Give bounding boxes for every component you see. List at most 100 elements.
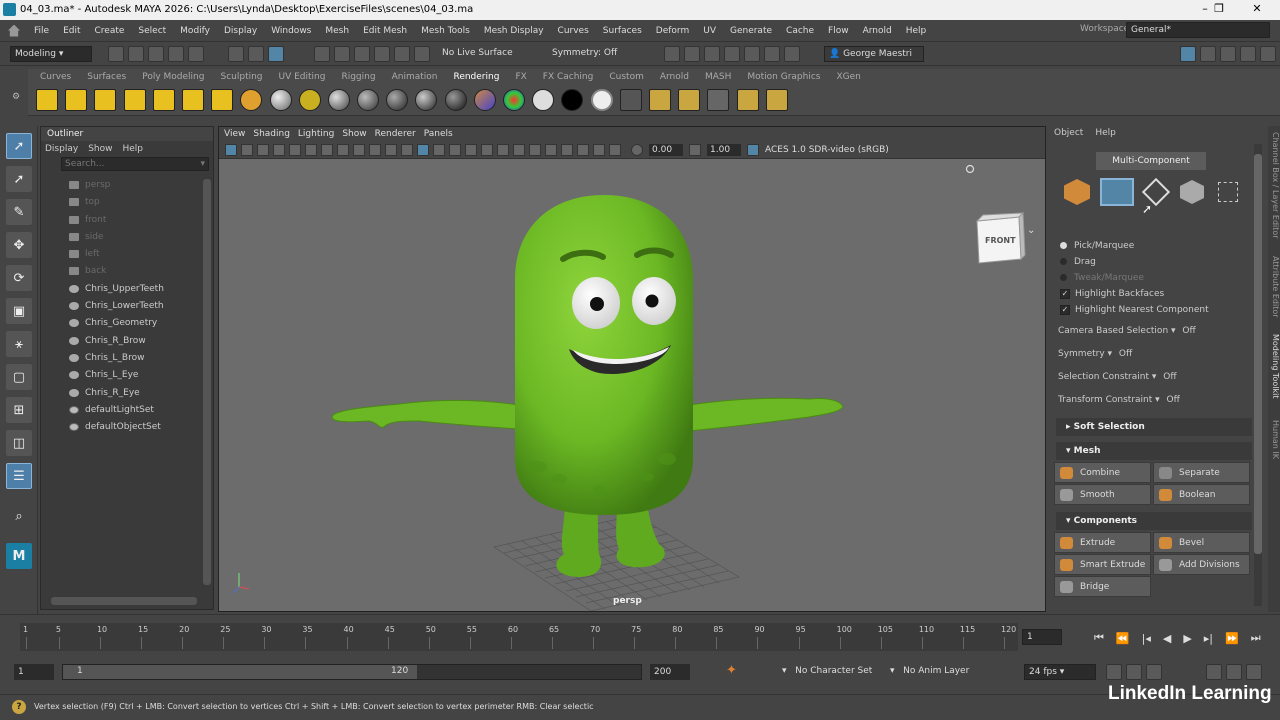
maximize-button[interactable]: ❐	[1204, 2, 1234, 15]
shelf-tab-curves[interactable]: Curves	[40, 72, 71, 82]
volume-light-icon[interactable]	[181, 88, 204, 111]
render-view-icon[interactable]	[664, 45, 680, 62]
multisample-aa-icon[interactable]	[529, 143, 541, 156]
blinn-shader-icon[interactable]	[269, 88, 292, 111]
range-handle[interactable]: 1 120	[63, 665, 417, 679]
viewport-panel[interactable]: View Shading Lighting Show Renderer Pane…	[218, 126, 1046, 612]
fps-dropdown[interactable]: 24 fps ▾	[1024, 664, 1096, 680]
animation-prefs-icon[interactable]	[1146, 664, 1162, 680]
select-tool-icon[interactable]: ➚	[6, 133, 32, 159]
selection-constraint-row[interactable]: Selection Constraint ▾ Off	[1058, 372, 1238, 395]
loop-icon[interactable]	[1106, 664, 1122, 680]
exposure-field[interactable]: 0.00	[649, 143, 683, 156]
layered-shader-icon[interactable]	[444, 88, 467, 111]
isolate-select-icon[interactable]	[561, 143, 573, 156]
close-button[interactable]: ✕	[1242, 2, 1272, 15]
menu-arnold[interactable]: Arnold	[863, 26, 892, 36]
render-frame-icon[interactable]	[684, 45, 700, 62]
shelf-tab-motion-graphics[interactable]: Motion Graphics	[747, 72, 820, 82]
bookmarks-icon[interactable]	[257, 143, 269, 156]
step-back-frame-icon[interactable]: |◂	[1142, 632, 1151, 645]
menu-surfaces[interactable]: Surfaces	[603, 26, 642, 36]
move-tool-icon[interactable]: ✥	[6, 232, 32, 258]
shelf-tab-animation[interactable]: Animation	[392, 72, 438, 82]
outliner-menu-display[interactable]: Display	[45, 144, 78, 154]
viewport-menu-panels[interactable]: Panels	[424, 127, 453, 141]
sound-icon[interactable]	[1206, 664, 1222, 680]
tab-modeling-toolkit[interactable]: Modeling Toolkit	[1268, 334, 1280, 398]
camera-icon[interactable]	[211, 88, 234, 111]
menu-cache[interactable]: Cache	[786, 26, 814, 36]
menu-curves[interactable]: Curves	[558, 26, 589, 36]
list-item[interactable]: Chris_R_Brow	[41, 333, 213, 350]
surface-shader-icon[interactable]	[503, 88, 525, 111]
extrude-button[interactable]: Extrude	[1054, 532, 1151, 553]
smooth-button[interactable]: Smooth	[1054, 484, 1151, 505]
menu-help[interactable]: Help	[906, 26, 927, 36]
menu-windows[interactable]: Windows	[271, 26, 311, 36]
toolkit-menu-help[interactable]: Help	[1095, 128, 1116, 138]
white-shader-icon[interactable]	[590, 88, 613, 111]
drag-option[interactable]: Drag	[1060, 254, 1144, 270]
camera-attributes-icon[interactable]	[241, 143, 253, 156]
bridge-button[interactable]: Bridge	[1054, 576, 1151, 597]
wireframe-on-shaded-icon[interactable]	[433, 143, 445, 156]
shelf-tab-rendering[interactable]: Rendering	[453, 72, 499, 82]
go-to-start-icon[interactable]: ⏮	[1094, 631, 1104, 645]
shelf-tab-custom[interactable]: Custom	[609, 72, 643, 82]
menu-edit-mesh[interactable]: Edit Mesh	[363, 26, 407, 36]
camera-based-selection-row[interactable]: Camera Based Selection ▾ Off	[1058, 326, 1238, 349]
xray-icon[interactable]	[577, 143, 589, 156]
lambert-shader-icon[interactable]	[327, 88, 350, 111]
gamma-field[interactable]: 1.00	[707, 143, 741, 156]
list-item[interactable]: Chris_UpperTeeth	[41, 281, 213, 298]
viewport-menu-renderer[interactable]: Renderer	[375, 127, 416, 141]
menu-generate[interactable]: Generate	[730, 26, 772, 36]
rotate-tool-icon[interactable]: ⟳	[6, 265, 32, 291]
shelf-tab-mash[interactable]: MASH	[705, 72, 731, 82]
ipr-render-icon[interactable]	[704, 45, 720, 62]
shelf-tab-arnold[interactable]: Arnold	[660, 72, 689, 82]
snap-live-icon[interactable]	[394, 45, 410, 62]
highlight-backfaces-checkbox[interactable]: ✓ Highlight Backfaces	[1060, 286, 1209, 302]
time-ruler[interactable]: 1 5 10 15 20 25 30 35 40 45 50 55 60 65 70 75 80 85 90 95 10…	[20, 623, 1018, 651]
hypershade-shelf-icon[interactable]	[240, 88, 263, 111]
menuset-dropdown[interactable]: Modeling ▾	[10, 45, 92, 62]
viewcube-menu-icon[interactable]: ⌄	[1027, 225, 1035, 236]
ambient-light-icon[interactable]	[36, 88, 58, 111]
select-object-icon[interactable]	[248, 45, 264, 62]
scrollbar-thumb[interactable]	[1254, 154, 1262, 554]
range-start-field[interactable]: 1	[14, 664, 54, 680]
redo-icon[interactable]	[188, 45, 204, 62]
tab-channel-box[interactable]: Channel Box / Layer Editor	[1268, 132, 1280, 239]
render-sequence-icon[interactable]	[707, 88, 730, 111]
workspace-dropdown[interactable]: General*	[1126, 22, 1270, 38]
color-management-icon[interactable]	[747, 143, 759, 156]
toolkit-menu-object[interactable]: Object	[1054, 128, 1083, 138]
select-component-icon[interactable]	[268, 45, 284, 62]
tool-settings-toggle-icon[interactable]	[1220, 46, 1236, 62]
maya-home-icon[interactable]: M	[6, 543, 32, 569]
transform-constraint-row[interactable]: Transform Constraint ▾ Off	[1058, 395, 1238, 418]
step-forward-frame-icon[interactable]: ▸|	[1204, 632, 1213, 645]
safe-action-icon[interactable]	[369, 143, 381, 156]
area-light-icon[interactable]	[152, 88, 175, 111]
viewport-menu-shading[interactable]: Shading	[253, 127, 290, 141]
cache-playback-icon[interactable]	[1126, 664, 1142, 680]
highlight-nearest-checkbox[interactable]: ✓ Highlight Nearest Component	[1060, 302, 1209, 318]
list-item[interactable]: Chris_L_Brow	[41, 350, 213, 367]
menu-deform[interactable]: Deform	[656, 26, 689, 36]
backface-culling-icon[interactable]	[609, 143, 621, 156]
phong-shader-icon[interactable]	[357, 88, 380, 111]
snap-view-plane-icon[interactable]	[374, 45, 390, 62]
view-cube[interactable]: FRONT	[965, 164, 1026, 264]
shelf-tab-xgen[interactable]: XGen	[837, 72, 861, 82]
outliner-menu-show[interactable]: Show	[88, 144, 112, 154]
menu-file[interactable]: File	[34, 26, 49, 36]
lasso-tool-icon[interactable]: ➚	[6, 166, 32, 192]
field-chart-icon[interactable]	[353, 143, 365, 156]
list-item[interactable]: Chris_Geometry	[41, 315, 213, 332]
symmetry-dropdown[interactable]: Symmetry: Off	[548, 45, 632, 62]
list-item[interactable]: Chris_LowerTeeth	[41, 298, 213, 315]
wireframe-icon[interactable]	[401, 143, 413, 156]
